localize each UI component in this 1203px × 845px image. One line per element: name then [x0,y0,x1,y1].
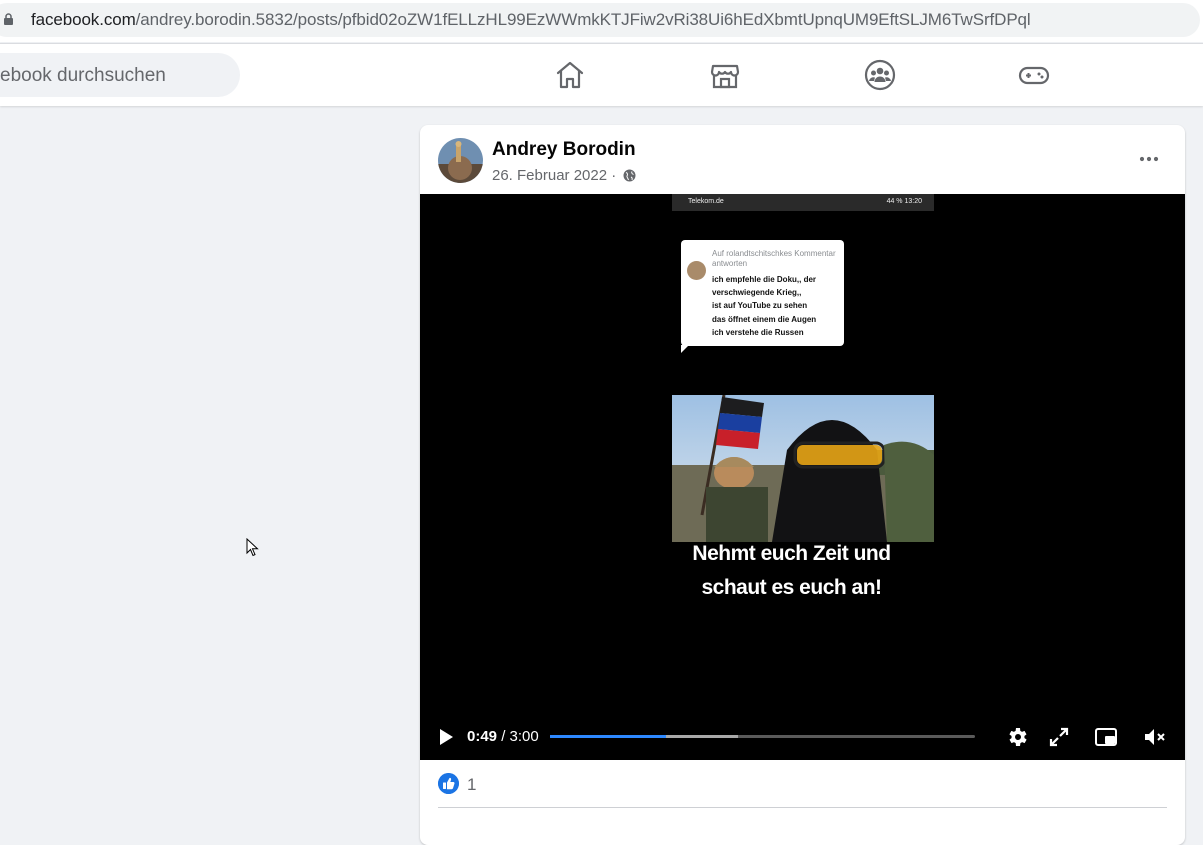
fullscreen-icon[interactable] [1047,725,1071,749]
comment-line: ist auf YouTube zu sehen [712,301,808,311]
time-separator: / [497,728,510,745]
lock-icon [4,13,13,25]
reaction-count: 1 [467,775,477,794]
like-icon [438,773,459,794]
settings-gear-icon[interactable] [1005,725,1029,749]
reply-header: Auf rolandtschitschkes Kommentar antwort… [712,249,836,268]
commenter-avatar [687,261,706,280]
facebook-top-nav: ebook durchsuchen [0,43,1203,106]
post-meta: 26. Februar 2022 · [492,167,636,184]
comment-text: ich empfehle die Doku,, der verschwiegen… [712,273,816,339]
muted-volume-icon[interactable] [1142,725,1166,749]
bubble-tail [681,345,689,353]
marketplace-icon[interactable] [708,58,742,92]
post-card: Andrey Borodin 26. Februar 2022 · Teleko… [420,125,1185,845]
gaming-icon[interactable] [1017,58,1051,92]
url-domain: facebook.com [31,10,136,29]
comment-line: das öffnet einem die Augen [712,314,817,324]
browser-address-bar: facebook.com/andrey.borodin.5832/posts/p… [0,0,1203,42]
carrier-label: Telekom.de [688,198,724,205]
progress-bar[interactable] [550,735,975,738]
battery-time-label: 44 % 13:20 [886,198,922,205]
more-options-icon[interactable] [1135,145,1163,173]
search-placeholder: ebook durchsuchen [0,65,166,86]
mouse-cursor-icon [246,538,259,557]
home-icon[interactable] [553,58,587,92]
comment-line: verschwiegende Krieg,, [712,288,802,298]
play-icon[interactable] [438,729,454,745]
meta-separator: · [611,167,617,184]
groups-icon[interactable] [863,58,897,92]
subtitle-line: schaut es euch an! [701,576,882,599]
video-time: 0:49 / 3:00 [467,728,539,745]
globe-icon [623,169,636,182]
duration: 3:00 [509,728,539,745]
current-time: 0:49 [467,728,498,745]
comment-line: ich empfehle die Doku,, der [712,275,817,284]
subtitle-line: Nehmt euch Zeit und [692,542,891,565]
url-path: /andrey.borodin.5832/posts/pfbid02oZW1fE… [135,10,1031,29]
embedded-video-frame [672,395,934,542]
url-text[interactable]: facebook.com/andrey.borodin.5832/posts/p… [31,10,1031,30]
divider [438,807,1167,808]
picture-in-picture-icon[interactable] [1094,725,1118,749]
played-bar [550,735,666,738]
comment-reply-bubble: Auf rolandtschitschkes Kommentar antwort… [681,240,844,353]
search-input[interactable]: ebook durchsuchen [0,53,240,97]
video-subtitles: Nehmt euch Zeit und schaut es euch an! [650,537,933,605]
comment-line: ich verstehe die Russen [712,327,804,337]
author-name[interactable]: Andrey Borodin [492,139,636,161]
post-date[interactable]: 26. Februar 2022 [492,167,607,184]
phone-status-bar: Telekom.de 44 % 13:20 [672,194,934,211]
author-avatar[interactable] [438,138,483,183]
video-player[interactable]: Telekom.de 44 % 13:20 Auf rolandtschitsc… [420,194,1185,760]
